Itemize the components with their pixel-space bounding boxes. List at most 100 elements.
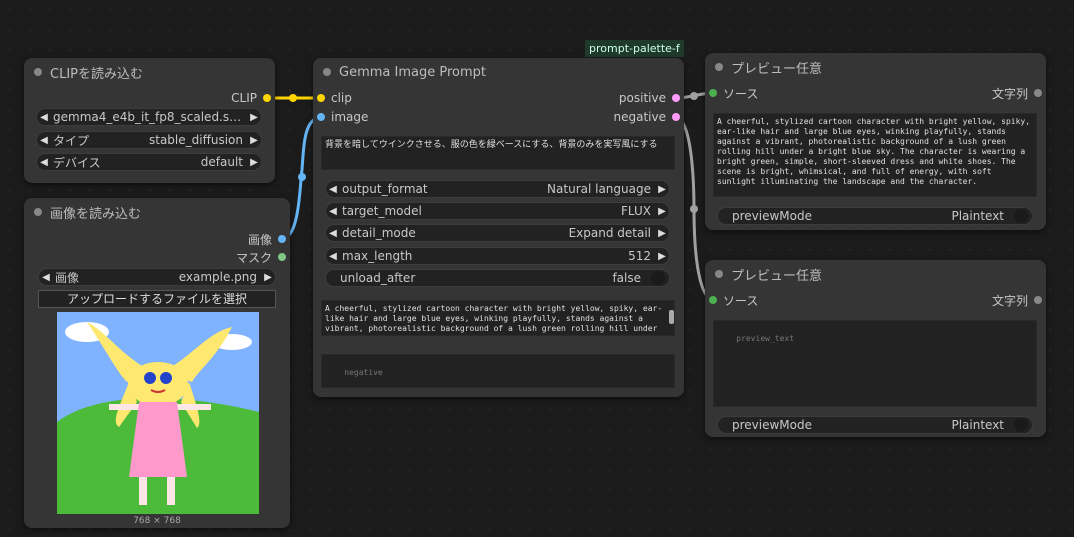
image-combo[interactable]: ◀ 画像 example.png ▶ xyxy=(38,268,276,286)
toggle-label: previewMode xyxy=(732,418,812,432)
combo-label: target_model xyxy=(342,204,422,218)
combo-value: example.png xyxy=(178,270,257,284)
arrow-left-icon[interactable]: ◀ xyxy=(37,135,51,146)
arrow-left-icon[interactable]: ◀ xyxy=(326,184,340,195)
arrow-right-icon[interactable]: ▶ xyxy=(655,184,669,195)
image-input-label: image xyxy=(331,110,369,124)
preview-node-1[interactable]: プレビュー任意 ソース 文字列 A cheerful, stylized car… xyxy=(705,53,1046,230)
image-output-label: 画像 xyxy=(247,232,272,247)
number-label: max_length xyxy=(342,249,413,263)
negative-output-label: negative xyxy=(613,110,666,124)
arrow-right-icon[interactable]: ▶ xyxy=(247,157,261,168)
image-loader-node[interactable]: 画像を読み込む 画像 マスク ◀ 画像 example.png ▶ アップロード… xyxy=(24,198,290,528)
upload-button[interactable]: アップロードするファイルを選択 xyxy=(38,290,276,308)
combo-value: stable_diffusion xyxy=(148,133,243,147)
arrow-left-icon[interactable]: ◀ xyxy=(39,272,53,283)
group-label[interactable]: prompt-palette-f xyxy=(585,40,684,57)
source-input-label: ソース xyxy=(723,86,759,101)
arrow-left-icon[interactable]: ◀ xyxy=(326,206,340,217)
combo-value: FLUX xyxy=(621,204,651,218)
arrow-right-icon[interactable]: ▶ xyxy=(655,206,669,217)
negative-textarea[interactable]: negative xyxy=(321,354,675,388)
node-title[interactable]: 画像を読み込む xyxy=(24,198,290,226)
image-output-dot[interactable] xyxy=(278,235,286,243)
string-output-label: 文字列 xyxy=(991,293,1028,308)
combo-label: detail_mode xyxy=(342,226,416,240)
instruction-textarea[interactable]: 背景を暗してウインクさせる、服の色を緑ベースにする、背景のみを実写風にする xyxy=(321,136,675,170)
toggle-label: unload_after xyxy=(340,271,416,285)
clip-type-combo[interactable]: ◀ タイプ stable_diffusion ▶ xyxy=(36,131,262,149)
image-preview xyxy=(57,312,259,514)
toggle-value: Plaintext xyxy=(951,418,1004,432)
detail-mode-combo[interactable]: ◀ detail_mode Expand detail ▶ xyxy=(325,224,670,242)
preview-text-area[interactable]: A cheerful, stylized cartoon character w… xyxy=(713,113,1037,197)
toggle-knob-icon[interactable] xyxy=(1014,209,1028,223)
arrow-left-icon[interactable]: ◀ xyxy=(326,228,340,239)
image-input-dot[interactable] xyxy=(317,113,325,121)
arrow-right-icon[interactable]: ▶ xyxy=(655,251,669,262)
max-length-number[interactable]: ◀ max_length 512 ▶ xyxy=(325,247,670,265)
arrow-right-icon[interactable]: ▶ xyxy=(247,112,261,123)
node-title[interactable]: Gemma Image Prompt xyxy=(313,58,684,86)
string-output-dot[interactable] xyxy=(1034,296,1042,304)
clip-name-combo[interactable]: ◀ gemma4_e4b_it_fp8_scaled.saf... ▶ xyxy=(36,108,262,126)
arrow-left-icon[interactable]: ◀ xyxy=(37,112,51,123)
source-input-dot[interactable] xyxy=(709,296,717,304)
toggle-value: Plaintext xyxy=(951,209,1004,223)
mask-output-dot[interactable] xyxy=(278,253,286,261)
positive-textarea[interactable]: A cheerful, stylized cartoon character w… xyxy=(321,300,675,336)
preview-node-2[interactable]: プレビュー任意 ソース 文字列 preview_text previewMode… xyxy=(705,260,1046,437)
toggle-knob-icon[interactable] xyxy=(651,271,665,285)
source-input-dot[interactable] xyxy=(709,89,717,97)
arrow-right-icon[interactable]: ▶ xyxy=(261,272,275,283)
node-title[interactable]: プレビュー任意 xyxy=(705,53,1046,81)
arrow-right-icon[interactable]: ▶ xyxy=(247,135,261,146)
combo-label: 画像 xyxy=(55,270,80,285)
target-model-combo[interactable]: ◀ target_model FLUX ▶ xyxy=(325,202,670,220)
string-output-dot[interactable] xyxy=(1034,89,1042,97)
image-link-midpoint[interactable] xyxy=(298,173,306,181)
arrow-left-icon[interactable]: ◀ xyxy=(326,251,340,262)
negative-placeholder: negative xyxy=(344,368,383,377)
combo-value: gemma4_e4b_it_fp8_scaled.saf... xyxy=(53,110,247,124)
toggle-knob-icon[interactable] xyxy=(1014,418,1028,432)
negative-link-midpoint[interactable] xyxy=(690,205,698,213)
preview-mode-toggle[interactable]: previewMode Plaintext xyxy=(717,207,1033,225)
arrow-left-icon[interactable]: ◀ xyxy=(37,157,51,168)
clip-input-label: clip xyxy=(331,91,352,105)
negative-output-dot[interactable] xyxy=(672,113,680,121)
positive-scrollbar[interactable] xyxy=(669,310,674,324)
image-size-caption: 768 × 768 xyxy=(133,516,181,526)
clip-input-dot[interactable] xyxy=(317,94,325,102)
node-title[interactable]: CLIPを読み込む xyxy=(24,58,275,86)
output-format-combo[interactable]: ◀ output_format Natural language ▶ xyxy=(325,180,670,198)
arrow-right-icon[interactable]: ▶ xyxy=(655,228,669,239)
positive-output-label: positive xyxy=(618,91,666,105)
combo-value: Expand detail xyxy=(568,226,651,240)
toggle-value: false xyxy=(612,271,641,285)
clip-output-dot[interactable] xyxy=(263,94,271,102)
combo-label: デバイス xyxy=(53,155,101,170)
combo-value: default xyxy=(200,155,243,169)
clip-device-combo[interactable]: ◀ デバイス default ▶ xyxy=(36,153,262,171)
combo-label: タイプ xyxy=(53,133,90,148)
combo-value: Natural language xyxy=(547,182,651,196)
unload-after-toggle[interactable]: unload_after false xyxy=(325,269,670,287)
number-value: 512 xyxy=(628,249,651,263)
preview-text-area[interactable]: preview_text xyxy=(713,320,1037,407)
gemma-prompt-node[interactable]: Gemma Image Prompt clip image positive n… xyxy=(313,58,684,397)
source-input-label: ソース xyxy=(723,293,759,308)
cartoon-character-icon xyxy=(57,312,259,514)
preview-mode-toggle[interactable]: previewMode Plaintext xyxy=(717,416,1033,434)
preview-placeholder: preview_text xyxy=(736,334,795,343)
positive-output-dot[interactable] xyxy=(672,94,680,102)
string-output-label: 文字列 xyxy=(991,86,1028,101)
clip-link-midpoint[interactable] xyxy=(289,94,297,102)
combo-label: output_format xyxy=(342,182,428,196)
positive-link-midpoint[interactable] xyxy=(690,92,698,100)
clip-loader-node[interactable]: CLIPを読み込む CLIP ◀ gemma4_e4b_it_fp8_scale… xyxy=(24,58,275,183)
node-title[interactable]: プレビュー任意 xyxy=(705,260,1046,288)
clip-output-label: CLIP xyxy=(231,91,257,105)
toggle-label: previewMode xyxy=(732,209,812,223)
mask-output-label: マスク xyxy=(235,250,272,265)
